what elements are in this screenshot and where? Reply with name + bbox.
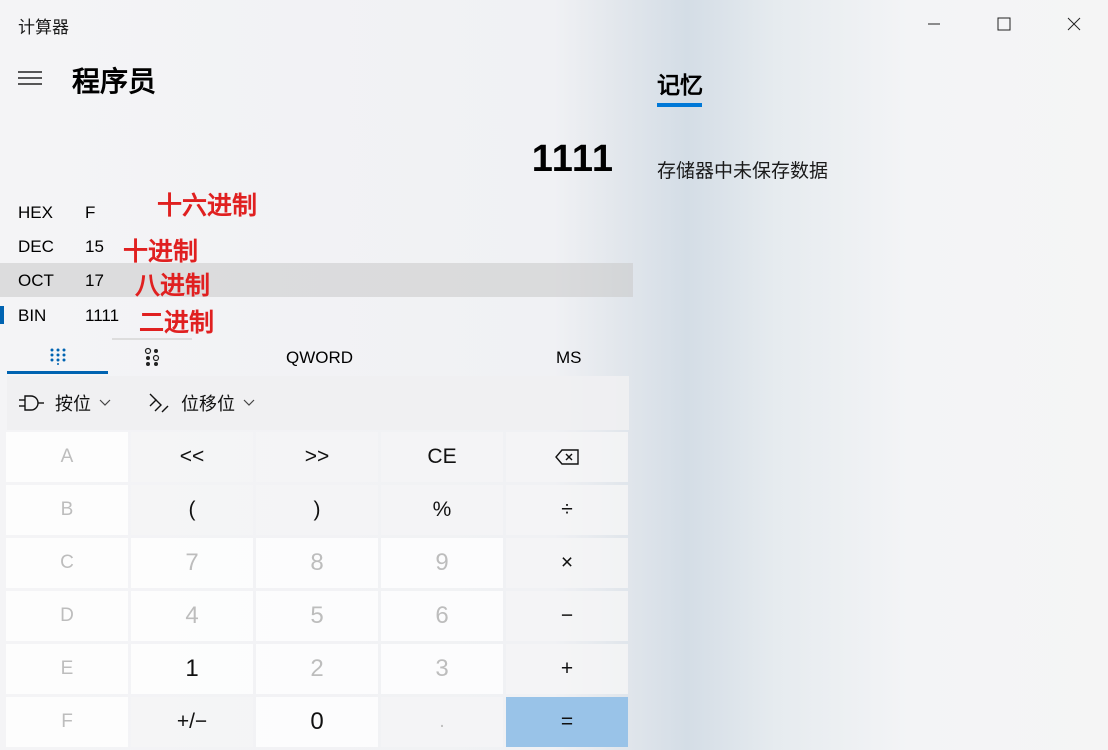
- memory-empty-message: 存储器中未保存数据: [657, 161, 829, 182]
- maximize-button[interactable]: [970, 0, 1038, 48]
- radix-label: BIN: [18, 306, 47, 325]
- word-size-button[interactable]: QWORD: [286, 348, 353, 368]
- key-a[interactable]: A: [6, 432, 128, 482]
- key-0[interactable]: 0: [256, 697, 378, 747]
- key-multiply[interactable]: ×: [506, 538, 628, 588]
- hamburger-icon: [18, 71, 42, 85]
- bitwise-dropdown[interactable]: 按位: [19, 390, 121, 416]
- radix-row-dec[interactable]: DEC 15: [0, 229, 633, 263]
- active-radix-indicator: [0, 306, 4, 324]
- annotation-dec: 十进制: [123, 237, 199, 266]
- key-shift-right[interactable]: >>: [256, 432, 378, 482]
- bitshift-label: 位移位: [181, 394, 235, 414]
- key-6[interactable]: 6: [381, 591, 503, 641]
- key-9[interactable]: 9: [381, 538, 503, 588]
- key-modulo[interactable]: %: [381, 485, 503, 535]
- key-3[interactable]: 3: [381, 644, 503, 694]
- key-1[interactable]: 1: [131, 644, 253, 694]
- close-icon: [1067, 17, 1081, 31]
- key-open-paren[interactable]: (: [131, 485, 253, 535]
- key-7[interactable]: 7: [131, 538, 253, 588]
- active-tab-underline: [7, 371, 108, 374]
- key-negate[interactable]: +/−: [131, 697, 253, 747]
- chevron-down-icon: [99, 399, 111, 406]
- minimize-button[interactable]: [900, 0, 968, 48]
- memory-tab-underline: [657, 103, 702, 107]
- menu-button[interactable]: [10, 60, 50, 96]
- tab-full-keypad[interactable]: [7, 338, 108, 374]
- radix-label: HEX: [18, 203, 53, 222]
- radix-value: 15: [85, 237, 104, 256]
- radix-row-hex[interactable]: HEX F: [0, 195, 633, 229]
- minimize-icon: [928, 23, 940, 25]
- radix-value: 1111: [85, 306, 120, 325]
- radix-value: 17: [85, 271, 104, 290]
- key-8[interactable]: 8: [256, 538, 378, 588]
- key-f[interactable]: F: [6, 697, 128, 747]
- key-5[interactable]: 5: [256, 591, 378, 641]
- key-e[interactable]: E: [6, 644, 128, 694]
- key-b[interactable]: B: [6, 485, 128, 535]
- key-d[interactable]: D: [6, 591, 128, 641]
- radix-row-oct[interactable]: OCT 17: [0, 263, 633, 297]
- bitshift-dropdown[interactable]: 位移位: [147, 390, 265, 416]
- result-display: 1111: [531, 138, 614, 180]
- bitshift-icon: [149, 393, 169, 413]
- key-2[interactable]: 2: [256, 644, 378, 694]
- mode-title: 程序员: [72, 66, 157, 97]
- key-shift-left[interactable]: <<: [131, 432, 253, 482]
- annotation-hex: 十六进制: [157, 191, 258, 220]
- app-title: 计算器: [18, 18, 69, 37]
- radix-row-bin[interactable]: BIN 1111: [0, 298, 633, 332]
- key-backspace[interactable]: [506, 432, 628, 482]
- chevron-down-icon: [243, 399, 255, 406]
- memory-store-button[interactable]: MS: [556, 348, 582, 368]
- key-clear-entry[interactable]: CE: [381, 432, 503, 482]
- key-divide[interactable]: ÷: [506, 485, 628, 535]
- key-c[interactable]: C: [6, 538, 128, 588]
- annotation-bin: 二进制: [139, 308, 215, 337]
- radix-value: F: [85, 203, 96, 222]
- close-button[interactable]: [1040, 0, 1108, 48]
- keypad-tabs: QWORD MS: [0, 338, 633, 376]
- keypad: A << >> CE B ( ) % ÷ C 7 8 9 × D 4 5 6 −…: [6, 432, 629, 747]
- annotation-oct: 八进制: [135, 271, 211, 300]
- keypad-icon: [50, 348, 65, 365]
- key-subtract[interactable]: −: [506, 591, 628, 641]
- logic-gate-icon: [19, 395, 44, 411]
- key-equals[interactable]: =: [506, 697, 628, 747]
- maximize-icon: [997, 17, 1011, 31]
- key-decimal[interactable]: .: [381, 697, 503, 747]
- bitwise-label: 按位: [55, 394, 91, 414]
- memory-tab[interactable]: 记忆: [657, 66, 703, 100]
- key-add[interactable]: +: [506, 644, 628, 694]
- radix-label: DEC: [18, 237, 54, 256]
- operator-bar: 按位 位移位: [7, 376, 629, 430]
- key-4[interactable]: 4: [131, 591, 253, 641]
- radix-label: OCT: [18, 271, 54, 290]
- key-close-paren[interactable]: ): [256, 485, 378, 535]
- title-bar: 计算器: [0, 0, 1108, 48]
- backspace-icon: [555, 449, 579, 465]
- tab-bit-toggle-keypad[interactable]: [112, 338, 192, 374]
- bit-keypad-icon: [144, 347, 160, 366]
